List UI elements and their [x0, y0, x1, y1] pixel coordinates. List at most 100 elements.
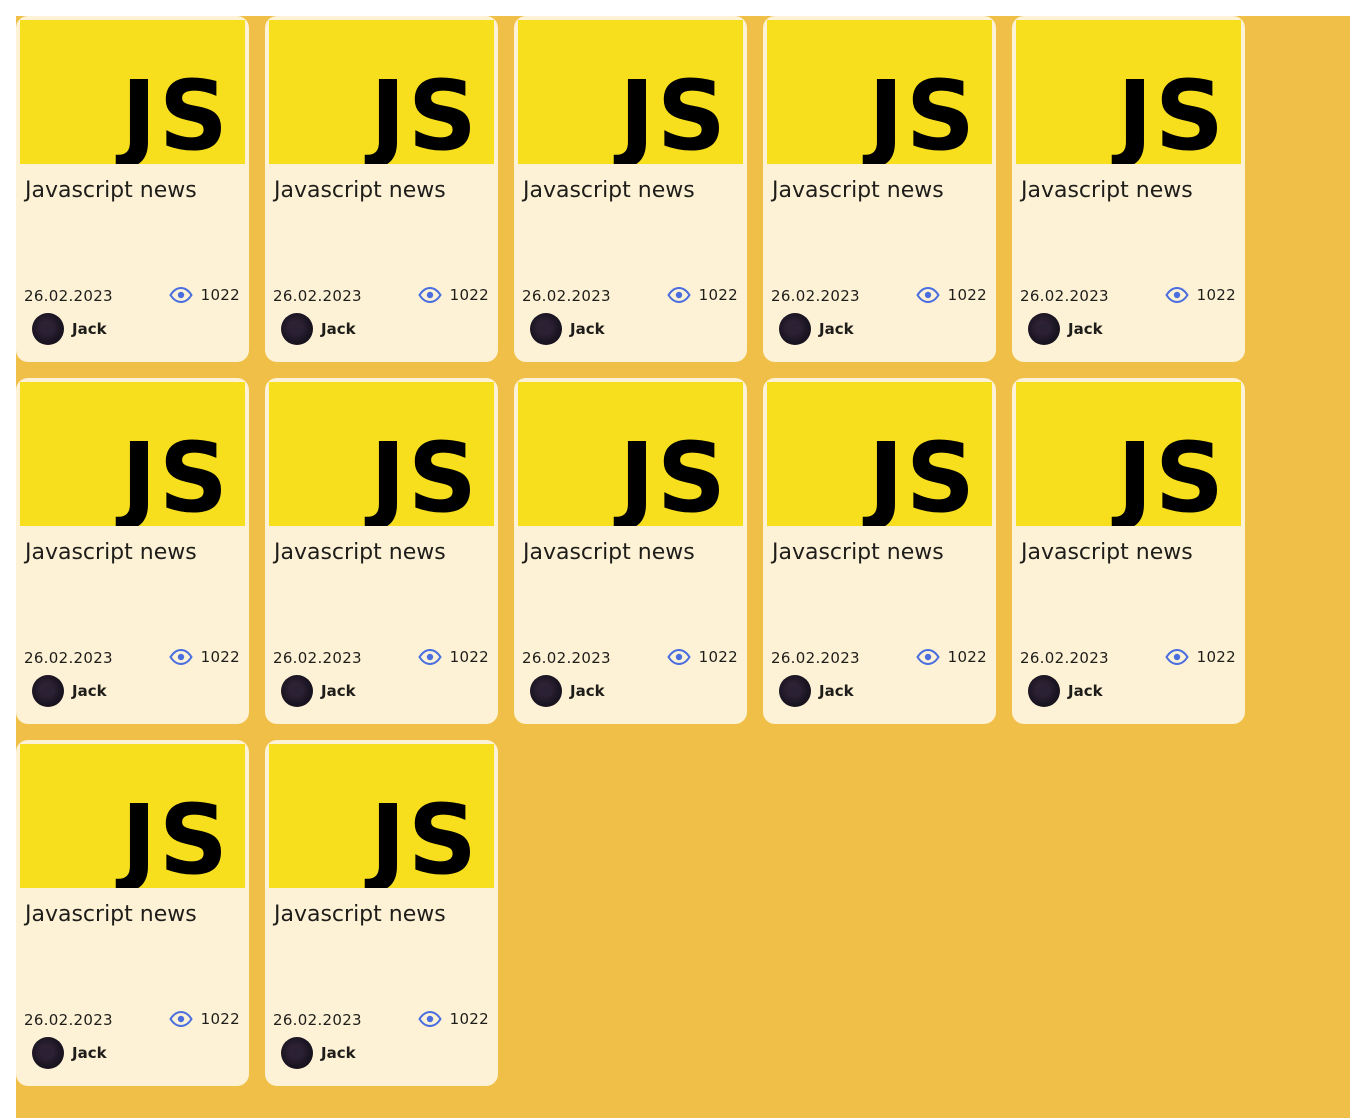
- card-thumbnail[interactable]: JS: [767, 20, 992, 164]
- card-thumbnail[interactable]: JS: [269, 382, 494, 526]
- news-card-grid: JS Javascript news 26.02.2023 1022 Jack …: [16, 16, 1245, 1086]
- card-views: 1022: [417, 286, 489, 304]
- eye-icon: [1164, 649, 1189, 665]
- author-name: Jack: [72, 1044, 107, 1062]
- author-name: Jack: [321, 320, 356, 338]
- avatar-face: [539, 323, 553, 335]
- card-title[interactable]: Javascript news: [523, 540, 695, 565]
- card-views: 1022: [666, 648, 738, 666]
- news-card[interactable]: JS Javascript news 26.02.2023 1022 Jack: [514, 378, 747, 724]
- views-count: 1022: [200, 648, 240, 666]
- card-author[interactable]: Jack: [281, 1037, 356, 1069]
- js-logo: JS: [1117, 422, 1226, 526]
- card-title[interactable]: Javascript news: [772, 178, 944, 203]
- avatar: [281, 1037, 313, 1069]
- js-logo: JS: [619, 422, 728, 526]
- js-logo: JS: [619, 60, 728, 164]
- card-author[interactable]: Jack: [32, 1037, 107, 1069]
- card-author[interactable]: Jack: [530, 313, 605, 345]
- news-card[interactable]: JS Javascript news 26.02.2023 1022 Jack: [265, 740, 498, 1086]
- card-thumbnail[interactable]: JS: [20, 382, 245, 526]
- card-author[interactable]: Jack: [32, 675, 107, 707]
- author-name: Jack: [72, 320, 107, 338]
- avatar: [281, 675, 313, 707]
- card-author[interactable]: Jack: [32, 313, 107, 345]
- js-logo: JS: [868, 60, 977, 164]
- news-card[interactable]: JS Javascript news 26.02.2023 1022 Jack: [763, 16, 996, 362]
- avatar: [32, 1037, 64, 1069]
- views-count: 1022: [947, 648, 987, 666]
- card-date: 26.02.2023: [522, 287, 611, 305]
- card-author[interactable]: Jack: [1028, 675, 1103, 707]
- news-card[interactable]: JS Javascript news 26.02.2023 1022 Jack: [265, 378, 498, 724]
- avatar: [281, 313, 313, 345]
- news-card[interactable]: JS Javascript news 26.02.2023 1022 Jack: [16, 378, 249, 724]
- card-views: 1022: [915, 286, 987, 304]
- avatar: [1028, 313, 1060, 345]
- views-count: 1022: [449, 648, 489, 666]
- card-thumbnail[interactable]: JS: [1016, 382, 1241, 526]
- card-date: 26.02.2023: [273, 649, 362, 667]
- avatar-face: [41, 1047, 55, 1059]
- avatar-face: [290, 323, 304, 335]
- views-count: 1022: [698, 648, 738, 666]
- news-board: JS Javascript news 26.02.2023 1022 Jack …: [16, 16, 1350, 1118]
- author-name: Jack: [819, 320, 854, 338]
- eye-icon: [666, 287, 691, 303]
- news-card[interactable]: JS Javascript news 26.02.2023 1022 Jack: [763, 378, 996, 724]
- card-thumbnail[interactable]: JS: [518, 20, 743, 164]
- card-thumbnail[interactable]: JS: [20, 20, 245, 164]
- card-thumbnail[interactable]: JS: [518, 382, 743, 526]
- views-count: 1022: [947, 286, 987, 304]
- author-name: Jack: [1068, 682, 1103, 700]
- card-title[interactable]: Javascript news: [25, 540, 197, 565]
- card-title[interactable]: Javascript news: [274, 178, 446, 203]
- news-card[interactable]: JS Javascript news 26.02.2023 1022 Jack: [16, 16, 249, 362]
- avatar-face: [290, 1047, 304, 1059]
- card-views: 1022: [1164, 648, 1236, 666]
- card-date: 26.02.2023: [771, 649, 860, 667]
- card-title[interactable]: Javascript news: [25, 902, 197, 927]
- card-thumbnail[interactable]: JS: [269, 744, 494, 888]
- news-card[interactable]: JS Javascript news 26.02.2023 1022 Jack: [1012, 16, 1245, 362]
- card-author[interactable]: Jack: [281, 675, 356, 707]
- card-title[interactable]: Javascript news: [523, 178, 695, 203]
- news-card[interactable]: JS Javascript news 26.02.2023 1022 Jack: [1012, 378, 1245, 724]
- author-name: Jack: [72, 682, 107, 700]
- card-author[interactable]: Jack: [281, 313, 356, 345]
- card-views: 1022: [666, 286, 738, 304]
- card-title[interactable]: Javascript news: [1021, 178, 1193, 203]
- js-logo: JS: [370, 60, 479, 164]
- card-date: 26.02.2023: [1020, 287, 1109, 305]
- card-thumbnail[interactable]: JS: [1016, 20, 1241, 164]
- author-name: Jack: [321, 1044, 356, 1062]
- card-title[interactable]: Javascript news: [772, 540, 944, 565]
- news-card[interactable]: JS Javascript news 26.02.2023 1022 Jack: [514, 16, 747, 362]
- card-author[interactable]: Jack: [530, 675, 605, 707]
- card-thumbnail[interactable]: JS: [269, 20, 494, 164]
- eye-icon: [417, 649, 442, 665]
- card-title[interactable]: Javascript news: [274, 902, 446, 927]
- views-count: 1022: [698, 286, 738, 304]
- card-date: 26.02.2023: [522, 649, 611, 667]
- card-thumbnail[interactable]: JS: [767, 382, 992, 526]
- card-title[interactable]: Javascript news: [25, 178, 197, 203]
- card-author[interactable]: Jack: [1028, 313, 1103, 345]
- avatar: [779, 313, 811, 345]
- views-count: 1022: [200, 1010, 240, 1028]
- card-author[interactable]: Jack: [779, 675, 854, 707]
- card-author[interactable]: Jack: [779, 313, 854, 345]
- news-card[interactable]: JS Javascript news 26.02.2023 1022 Jack: [16, 740, 249, 1086]
- js-logo: JS: [370, 422, 479, 526]
- avatar: [779, 675, 811, 707]
- card-thumbnail[interactable]: JS: [20, 744, 245, 888]
- card-views: 1022: [1164, 286, 1236, 304]
- news-card[interactable]: JS Javascript news 26.02.2023 1022 Jack: [265, 16, 498, 362]
- card-title[interactable]: Javascript news: [274, 540, 446, 565]
- card-title[interactable]: Javascript news: [1021, 540, 1193, 565]
- avatar-face: [539, 685, 553, 697]
- js-logo: JS: [370, 784, 479, 888]
- avatar-face: [41, 685, 55, 697]
- card-views: 1022: [168, 1010, 240, 1028]
- eye-icon: [417, 1011, 442, 1027]
